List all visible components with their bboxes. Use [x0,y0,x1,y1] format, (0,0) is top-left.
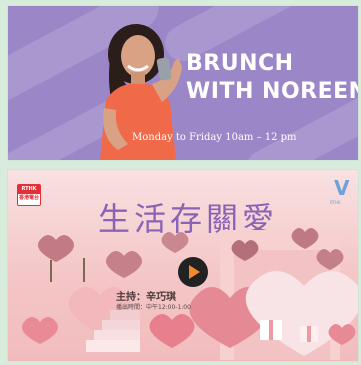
program-card-love[interactable]: RTHK 香港電台 V RTHK 生活存關愛 主持：辛巧琪 播出時間：中午12:… [8,170,358,361]
program-host: 主持：辛巧琪 [116,292,176,303]
program-schedule: 播出時間：中午12:00-1:00 [116,304,191,311]
program-title: BRUNCH WITH NOREEN [186,51,358,104]
program-card-brunch[interactable]: BRUNCH WITH NOREEN Monday to Friday 10am… [8,6,358,160]
play-button[interactable] [178,257,208,287]
program-schedule: Monday to Friday 10am – 12 pm [132,132,297,143]
